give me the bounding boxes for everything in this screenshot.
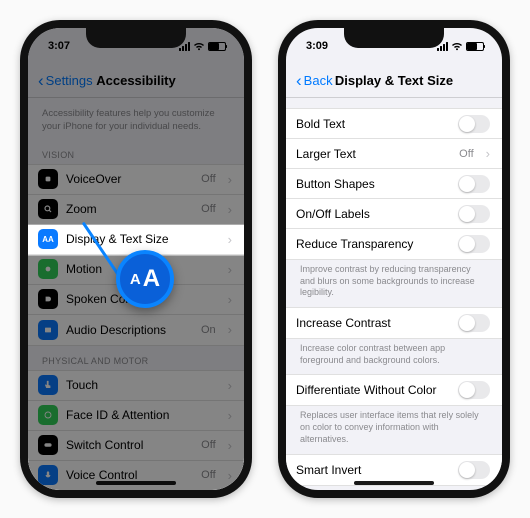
chevron-right-icon: ›	[228, 232, 232, 247]
chevron-right-icon: ›	[228, 408, 232, 423]
row-onoff-labels[interactable]: On/Off Labels	[286, 199, 502, 229]
row-reduce-transparency[interactable]: Reduce Transparency	[286, 229, 502, 259]
toggle[interactable]	[458, 381, 490, 399]
voiceover-icon	[38, 169, 58, 189]
audio-desc-icon	[38, 320, 58, 340]
home-indicator[interactable]	[96, 481, 176, 485]
chevron-right-icon: ›	[228, 292, 232, 307]
row-bold-text[interactable]: Bold Text	[286, 109, 502, 139]
toggle[interactable]	[458, 115, 490, 133]
row-differentiate-without-color[interactable]: Differentiate Without Color	[286, 375, 502, 405]
battery-icon	[208, 42, 226, 51]
nav-bar: ‹ Back Display & Text Size	[286, 64, 502, 98]
spoken-content-icon	[38, 289, 58, 309]
callout-magnifier: AA	[116, 250, 174, 308]
section-header-motor: PHYSICAL AND MOTOR	[28, 346, 244, 370]
chevron-right-icon: ›	[228, 322, 232, 337]
nav-bar: ‹ Settings Accessibility	[28, 64, 244, 98]
motion-icon	[38, 259, 58, 279]
voice-control-icon	[38, 465, 58, 485]
caption-smart-invert: Smart Invert reverses the colors of the …	[286, 486, 502, 491]
chevron-right-icon: ›	[486, 146, 490, 161]
caption-contrast: Increase color contrast between app fore…	[286, 339, 502, 374]
row-smart-invert[interactable]: Smart Invert	[286, 455, 502, 485]
notch	[86, 28, 186, 48]
switch-icon	[38, 435, 58, 455]
row-voiceover[interactable]: VoiceOver Off ›	[28, 165, 244, 195]
back-button[interactable]: ‹ Settings	[38, 73, 93, 88]
row-touch[interactable]: Touch ›	[28, 371, 244, 401]
section-header-vision: VISION	[28, 140, 244, 164]
battery-icon	[466, 42, 484, 51]
row-audio-descriptions[interactable]: Audio Descriptions On ›	[28, 315, 244, 345]
chevron-right-icon: ›	[228, 262, 232, 277]
zoom-icon	[38, 199, 58, 219]
clock: 3:07	[48, 40, 70, 52]
wifi-icon	[451, 42, 463, 51]
toggle[interactable]	[458, 235, 490, 253]
clock: 3:09	[306, 40, 328, 52]
row-button-shapes[interactable]: Button Shapes	[286, 169, 502, 199]
caption-transparency: Improve contrast by reducing transparenc…	[286, 260, 502, 307]
toggle[interactable]	[458, 314, 490, 332]
row-zoom[interactable]: Zoom Off ›	[28, 195, 244, 225]
row-display-text-size[interactable]: AA Display & Text Size ›	[28, 225, 244, 255]
home-indicator[interactable]	[354, 481, 434, 485]
wifi-icon	[193, 42, 205, 51]
chevron-right-icon: ›	[228, 468, 232, 483]
row-increase-contrast[interactable]: Increase Contrast	[286, 308, 502, 338]
chevron-right-icon: ›	[228, 172, 232, 187]
touch-icon	[38, 375, 58, 395]
row-switch-control[interactable]: Switch Control Off ›	[28, 431, 244, 461]
intro-text: Accessibility features help you customiz…	[28, 98, 244, 140]
text-size-icon: AA	[38, 229, 58, 249]
caption-diff-color: Replaces user interface items that rely …	[286, 406, 502, 453]
row-voice-control[interactable]: Voice Control Off ›	[28, 461, 244, 490]
iphone-right: 3:09 ‹ Back Display & Text Size Bold Tex…	[278, 20, 510, 498]
iphone-left: 3:07 ‹ Settings Accessibility Accessibil…	[20, 20, 252, 498]
toggle[interactable]	[458, 175, 490, 193]
toggle[interactable]	[458, 205, 490, 223]
chevron-right-icon: ›	[228, 438, 232, 453]
row-larger-text[interactable]: Larger Text Off ›	[286, 139, 502, 169]
faceid-icon	[38, 405, 58, 425]
chevron-right-icon: ›	[228, 378, 232, 393]
toggle[interactable]	[458, 461, 490, 479]
content-scroll[interactable]: Bold Text Larger Text Off › Button Shape…	[286, 98, 502, 490]
row-faceid[interactable]: Face ID & Attention ›	[28, 401, 244, 431]
notch	[344, 28, 444, 48]
chevron-right-icon: ›	[228, 202, 232, 217]
back-button[interactable]: ‹ Back	[296, 73, 333, 88]
